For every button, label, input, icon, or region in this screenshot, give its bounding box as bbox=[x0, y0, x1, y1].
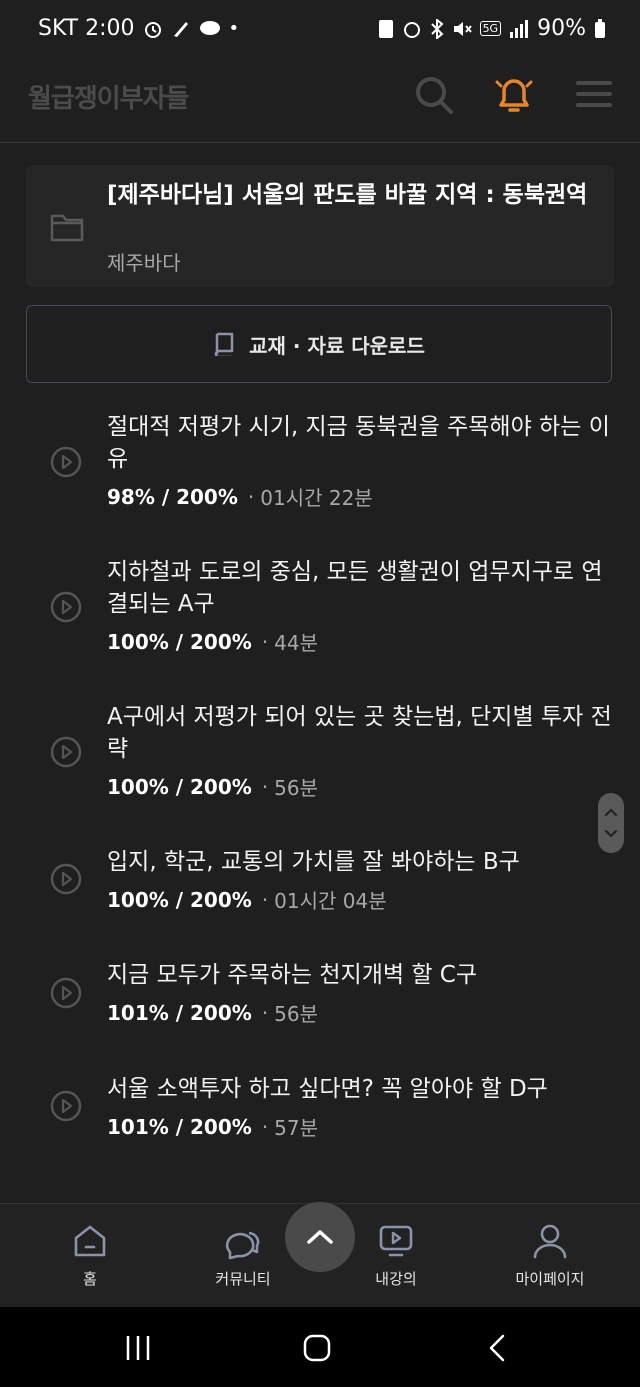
user-icon bbox=[533, 1224, 567, 1259]
status-bar: SKT 2:00 • 5G 90% bbox=[0, 0, 640, 48]
app-notification-icon bbox=[173, 21, 188, 37]
back-icon[interactable] bbox=[483, 1333, 513, 1363]
play-circle-icon[interactable] bbox=[50, 446, 82, 478]
recent-apps-icon[interactable] bbox=[123, 1333, 153, 1363]
battery-icon bbox=[595, 18, 605, 38]
play-circle-icon[interactable] bbox=[50, 1090, 82, 1122]
dot-icon: • bbox=[228, 17, 240, 39]
signal-icon bbox=[510, 19, 529, 38]
nav-item-home[interactable]: 홈 bbox=[30, 1222, 150, 1289]
lesson-duration: 56분 bbox=[274, 1002, 319, 1026]
lesson-duration: 56분 bbox=[274, 776, 319, 800]
book-icon bbox=[214, 332, 234, 356]
mute-icon bbox=[453, 21, 472, 36]
home-button-icon[interactable] bbox=[302, 1333, 332, 1363]
lesson-title: 입지, 학군, 교통의 가치를 잘 봐야하는 B구 bbox=[107, 849, 520, 875]
alarm-icon bbox=[144, 21, 161, 38]
play-circle-icon[interactable] bbox=[50, 863, 82, 895]
lesson-duration-dot: · bbox=[261, 1000, 269, 1025]
play-circle-icon[interactable] bbox=[50, 977, 82, 1009]
menu-icon[interactable] bbox=[572, 72, 616, 116]
lesson-title: 서울 소액투자 하고 싶다면? 꼭 알아야 할 D구 bbox=[107, 1076, 548, 1102]
lesson-progress: 100% / 200% bbox=[107, 774, 252, 799]
lesson-duration-dot: · bbox=[247, 484, 255, 509]
download-materials-button[interactable]: 교재 · 자료 다운로드 bbox=[26, 305, 612, 383]
fast-scroll-handle[interactable] bbox=[598, 793, 624, 853]
app-logo[interactable]: 월급쟁이부자들 bbox=[28, 78, 189, 115]
lesson-meta: 100% / 200% · 01시간 04분 bbox=[107, 885, 387, 914]
lesson-title: A구에서 저평가 되어 있는 곳 찾는법, 단지별 투자 전략 bbox=[107, 704, 612, 762]
lesson-progress: 101% / 200% bbox=[107, 1000, 252, 1025]
network-badge: 5G bbox=[479, 21, 502, 36]
bluetooth-icon bbox=[430, 18, 444, 39]
course-title: [제주바다님] 서울의 판도를 바꿀 지역 : 동북권역 bbox=[107, 182, 588, 208]
status-left: SKT 2:00 • bbox=[38, 16, 239, 41]
carrier-time: SKT 2:00 bbox=[38, 16, 135, 41]
download-label: 교재 · 자료 다운로드 bbox=[249, 333, 425, 358]
play-circle-icon[interactable] bbox=[50, 591, 82, 623]
play-icon bbox=[379, 1225, 413, 1257]
lesson-duration-dot: · bbox=[261, 887, 269, 912]
lesson-title: 절대적 저평가 시기, 지금 동북권을 주목해야 하는 이유 bbox=[107, 414, 610, 472]
lesson-duration-dot: · bbox=[261, 774, 269, 799]
lesson-meta: 101% / 200% · 57분 bbox=[107, 1112, 318, 1141]
home-icon bbox=[74, 1225, 106, 1257]
nav-item-my-lectures[interactable]: 내강의 bbox=[336, 1222, 456, 1289]
lesson-duration-dot: · bbox=[261, 629, 269, 654]
lesson-progress: 101% / 200% bbox=[107, 1114, 252, 1139]
search-icon[interactable] bbox=[412, 72, 456, 116]
lesson-meta: 98% / 200% · 01시간 22분 bbox=[107, 482, 373, 511]
lesson-progress: 100% / 200% bbox=[107, 887, 252, 912]
lesson-progress: 98% / 200% bbox=[107, 484, 238, 509]
battery-level: 90% bbox=[537, 16, 586, 41]
course-instructor: 제주바다 bbox=[107, 251, 181, 275]
system-nav-bar bbox=[0, 1307, 640, 1387]
lesson-meta: 101% / 200% · 56분 bbox=[107, 998, 318, 1027]
folder-icon bbox=[50, 214, 84, 242]
nav-item-mypage[interactable]: 마이페이지 bbox=[490, 1222, 610, 1289]
lesson-duration: 01시간 04분 bbox=[274, 889, 387, 913]
alarm-icon bbox=[403, 21, 420, 38]
save-icon bbox=[378, 19, 393, 38]
lesson-title: 지금 모두가 주목하는 천지개벽 할 C구 bbox=[107, 962, 478, 988]
nav-label: 홈 bbox=[83, 1270, 97, 1288]
lesson-duration-dot: · bbox=[261, 1114, 269, 1139]
chat-notification-icon bbox=[199, 20, 220, 35]
play-circle-icon[interactable] bbox=[50, 736, 82, 768]
bell-icon[interactable] bbox=[492, 72, 536, 116]
lesson-duration: 57분 bbox=[274, 1116, 319, 1140]
lesson-meta: 100% / 200% · 44분 bbox=[107, 627, 318, 656]
nav-label: 마이페이지 bbox=[515, 1270, 585, 1288]
up-down-chevrons-icon bbox=[604, 808, 618, 838]
nav-label: 내강의 bbox=[375, 1270, 417, 1288]
lesson-meta: 100% / 200% · 56분 bbox=[107, 772, 318, 801]
lesson-title: 지하철과 도로의 중심, 모든 생활권이 업무지구로 연결되는 A구 bbox=[107, 559, 603, 617]
status-right: 5G 90% bbox=[378, 16, 606, 41]
lesson-progress: 100% / 200% bbox=[107, 629, 252, 654]
lesson-duration: 44분 bbox=[274, 631, 319, 655]
chat-icon bbox=[225, 1231, 260, 1260]
lesson-duration: 01시간 22분 bbox=[260, 486, 373, 510]
